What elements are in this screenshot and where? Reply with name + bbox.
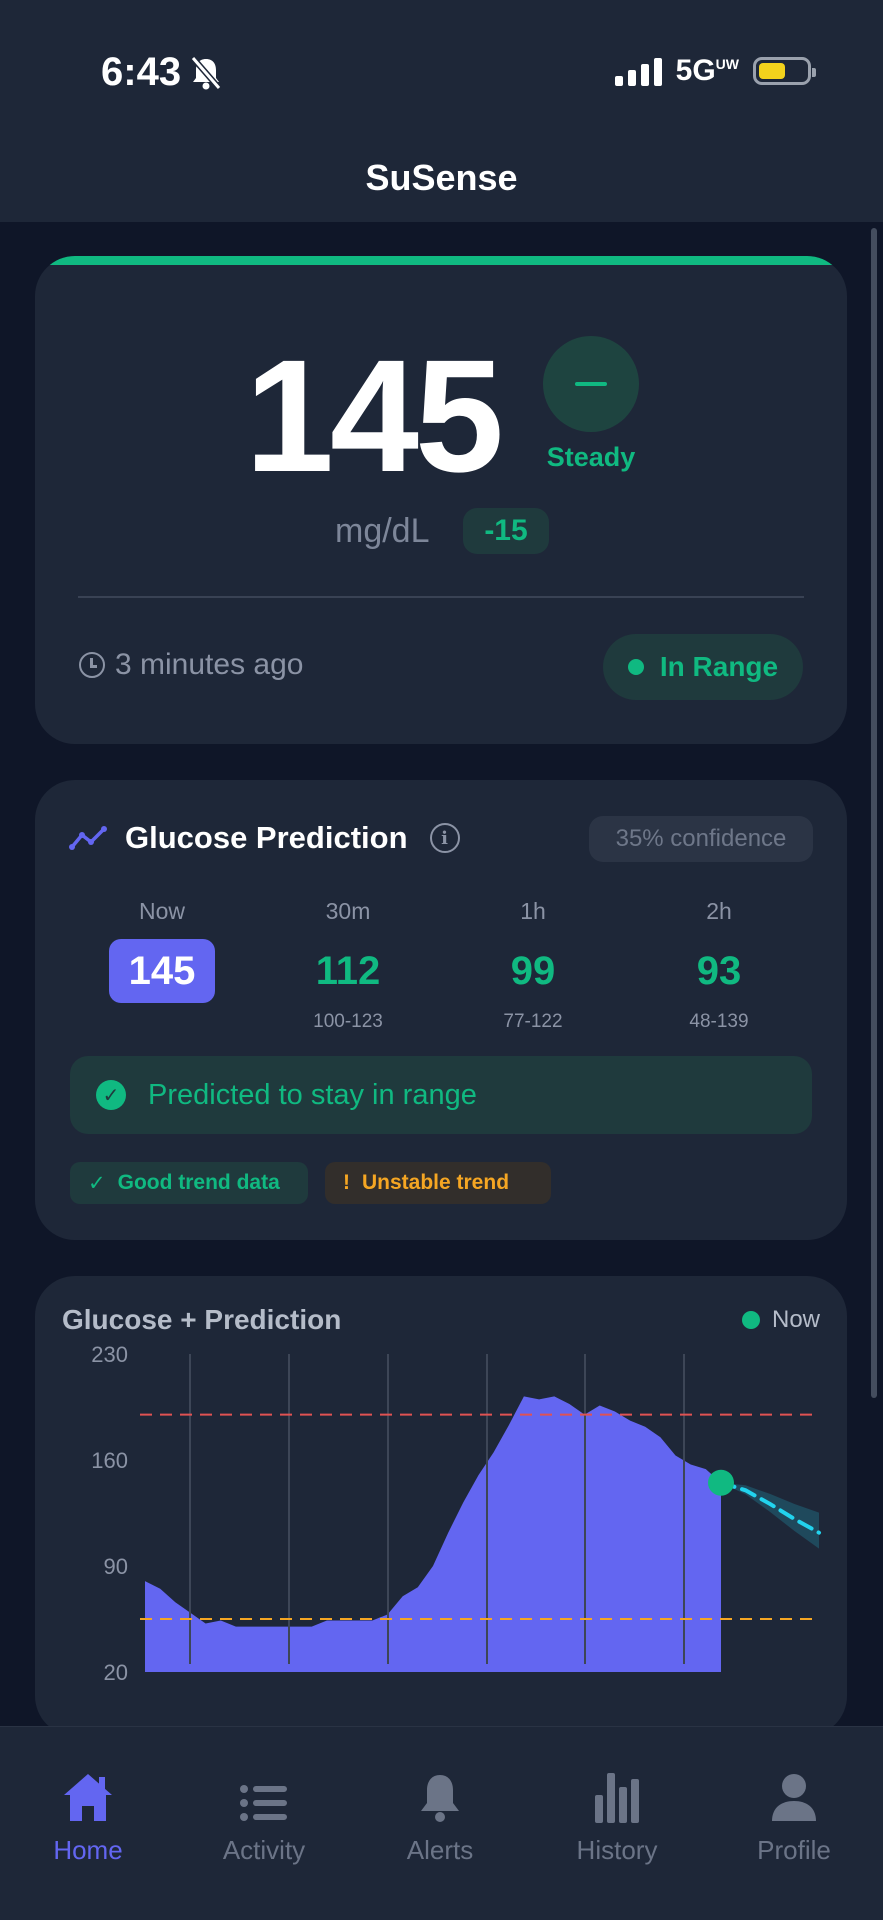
- glucose-unit: mg/dL: [335, 512, 430, 550]
- horizon-label: 30m: [325, 898, 371, 924]
- scrollbar[interactable]: [871, 228, 877, 1398]
- current-reading-card: 145 Steady mg/dL -15 3 minutes ago In Ra…: [35, 256, 847, 744]
- status-time: 6:43: [101, 50, 223, 95]
- unstable-trend-tag: ! Unstable trend: [325, 1162, 551, 1204]
- history-area: [145, 1396, 721, 1672]
- y-tick-label: 160: [91, 1448, 128, 1473]
- horizon-value: 99: [510, 949, 556, 993]
- list-icon: [240, 1785, 287, 1821]
- status-bar: 6:43 5GUW: [0, 0, 883, 150]
- bar-chart-icon: [595, 1773, 639, 1823]
- horizon-range: 77-122: [503, 1011, 563, 1032]
- nav-history-label: History: [576, 1835, 658, 1865]
- good-trend-text: Good trend data: [117, 1171, 280, 1194]
- nav-activity[interactable]: Activity: [194, 1767, 334, 1866]
- info-icon[interactable]: i: [429, 823, 460, 853]
- y-tick-label: 20: [104, 1660, 128, 1685]
- horizon-30m: 30m 112 100-123: [268, 898, 428, 1033]
- horizon-label: Now: [138, 898, 185, 924]
- glucose-delta-badge: -15: [463, 508, 549, 554]
- bottom-nav: Home Activity Alerts History Profile: [0, 1726, 883, 1920]
- battery-icon: [753, 57, 816, 85]
- horizon-value: 93: [696, 949, 742, 993]
- prediction-header: Glucose Prediction i: [69, 820, 460, 856]
- horizon-2h: 2h 93 48-139: [639, 898, 799, 1033]
- horizon-range: 48-139: [689, 1011, 749, 1032]
- range-status-text: In Range: [659, 651, 779, 682]
- last-updated-text: 3 minutes ago: [115, 648, 304, 681]
- nav-alerts-label: Alerts: [406, 1835, 474, 1865]
- horizon-value: 145: [109, 939, 215, 1003]
- status-indicators: 5GUW: [614, 54, 816, 88]
- nav-profile[interactable]: Profile: [724, 1767, 864, 1866]
- prediction-banner-text: Predicted to stay in range: [148, 1078, 477, 1111]
- trend-line-icon: [69, 826, 107, 850]
- nav-activity-label: Activity: [222, 1835, 306, 1865]
- glucose-value: 145: [245, 326, 504, 505]
- trend-label: Steady: [546, 442, 636, 472]
- y-tick-label: 230: [91, 1342, 128, 1367]
- nav-history[interactable]: History: [547, 1767, 687, 1866]
- range-status-badge: In Range: [603, 634, 803, 700]
- confidence-badge: 35% confidence: [589, 816, 813, 862]
- horizon-1h: 1h 99 77-122: [453, 898, 613, 1033]
- nav-profile-label: Profile: [757, 1835, 831, 1865]
- horizon-value: 112: [315, 949, 381, 993]
- prediction-title: Glucose Prediction: [125, 820, 408, 855]
- horizon-label: 2h: [706, 898, 732, 924]
- warning-icon: !: [343, 1171, 350, 1194]
- prediction-band: [721, 1482, 819, 1549]
- clock-time: 6:43: [101, 50, 182, 94]
- check-circle-icon: ✓: [96, 1080, 126, 1110]
- glucose-chart[interactable]: 230 160 90 20: [35, 1276, 847, 1736]
- horizon-now: Now 145: [82, 898, 242, 1003]
- good-trend-tag: ✓ Good trend data: [70, 1162, 308, 1204]
- glucose-prediction-card: Glucose Prediction i 35% confidence Now …: [35, 780, 847, 1240]
- app-title: SuSense: [365, 157, 518, 198]
- bell-muted-icon: [190, 55, 222, 90]
- app-header: SuSense: [0, 150, 883, 222]
- person-icon: [772, 1774, 816, 1821]
- prediction-banner: ✓ Predicted to stay in range: [70, 1056, 812, 1134]
- unstable-trend-text: Unstable trend: [362, 1171, 510, 1194]
- now-marker: [708, 1469, 734, 1496]
- y-tick-label: 90: [104, 1554, 128, 1579]
- horizon-label: 1h: [520, 898, 546, 924]
- network-label: 5GUW: [675, 54, 739, 87]
- horizon-range: 100-123: [313, 1011, 383, 1032]
- clock-icon: [79, 652, 105, 678]
- home-icon: [64, 1774, 112, 1821]
- divider: [78, 596, 804, 598]
- last-updated: 3 minutes ago: [79, 648, 303, 682]
- status-dot: [627, 659, 644, 675]
- trend-steady-icon: [543, 336, 639, 432]
- nav-alerts[interactable]: Alerts: [370, 1767, 510, 1866]
- check-icon: ✓: [88, 1171, 106, 1195]
- signal-icon: [614, 56, 662, 86]
- status-accent-bar: [35, 256, 847, 265]
- nav-home[interactable]: Home: [18, 1767, 158, 1866]
- glucose-chart-card: Glucose + Prediction Now 230 160 90 20: [35, 1276, 847, 1736]
- bell-icon: [421, 1775, 459, 1822]
- nav-home-label: Home: [53, 1835, 123, 1865]
